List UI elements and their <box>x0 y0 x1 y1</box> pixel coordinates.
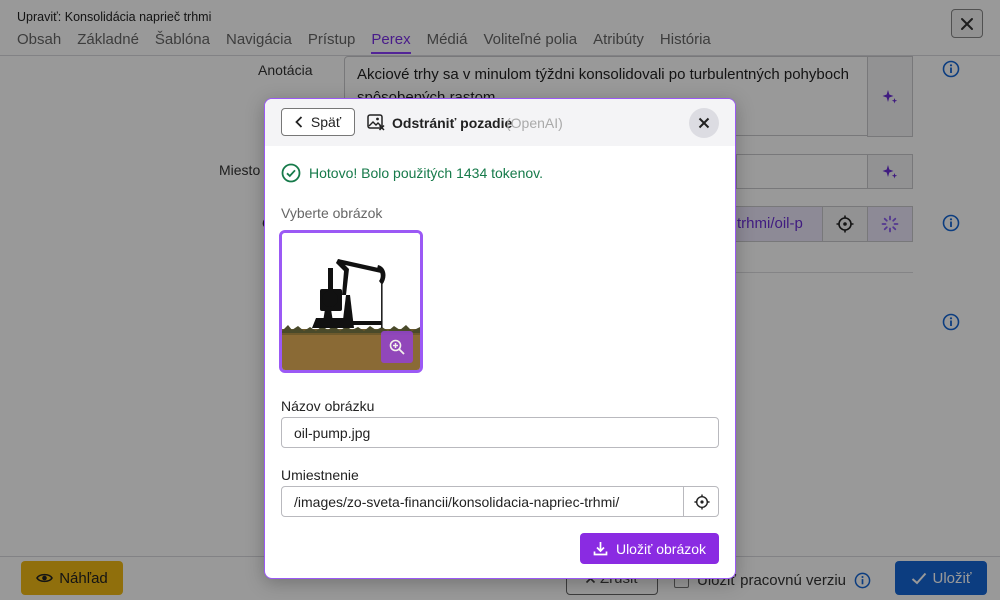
check-circle-icon <box>281 163 301 183</box>
download-icon <box>593 542 608 556</box>
dialog-provider: (OpenAI) <box>506 115 563 131</box>
zoom-in-icon <box>389 339 405 355</box>
dialog-close-button[interactable] <box>689 108 719 138</box>
image-thumbnail[interactable] <box>279 230 423 373</box>
remove-background-dialog: Späť Odstrániť pozadie (OpenAI) Hotovo! … <box>264 98 736 579</box>
location-label: Umiestnenie <box>281 467 359 483</box>
success-message: Hotovo! Bolo použitých 1434 tokenov. <box>281 163 543 183</box>
save-image-label: Uložiť obrázok <box>615 540 707 557</box>
crosshair-icon <box>693 493 710 510</box>
location-input[interactable]: /images/zo-sveta-financii/konsolidacia-n… <box>281 486 719 517</box>
close-icon <box>698 117 710 129</box>
image-name-label: Názov obrázku <box>281 398 375 414</box>
image-remove-icon <box>367 114 385 131</box>
location-picker-button[interactable] <box>683 486 719 517</box>
save-image-button[interactable]: Uložiť obrázok <box>580 533 719 564</box>
back-label: Späť <box>310 114 342 130</box>
chevron-left-icon <box>295 116 303 128</box>
success-text: Hotovo! Bolo použitých 1434 tokenov. <box>309 165 544 181</box>
dialog-header: Späť Odstrániť pozadie (OpenAI) <box>265 99 735 146</box>
back-button[interactable]: Späť <box>281 108 355 136</box>
select-image-label: Vyberte obrázok <box>281 205 383 221</box>
zoom-button[interactable] <box>381 331 413 363</box>
dialog-title: Odstrániť pozadie <box>392 115 513 131</box>
image-name-input[interactable]: oil-pump.jpg <box>281 417 719 448</box>
